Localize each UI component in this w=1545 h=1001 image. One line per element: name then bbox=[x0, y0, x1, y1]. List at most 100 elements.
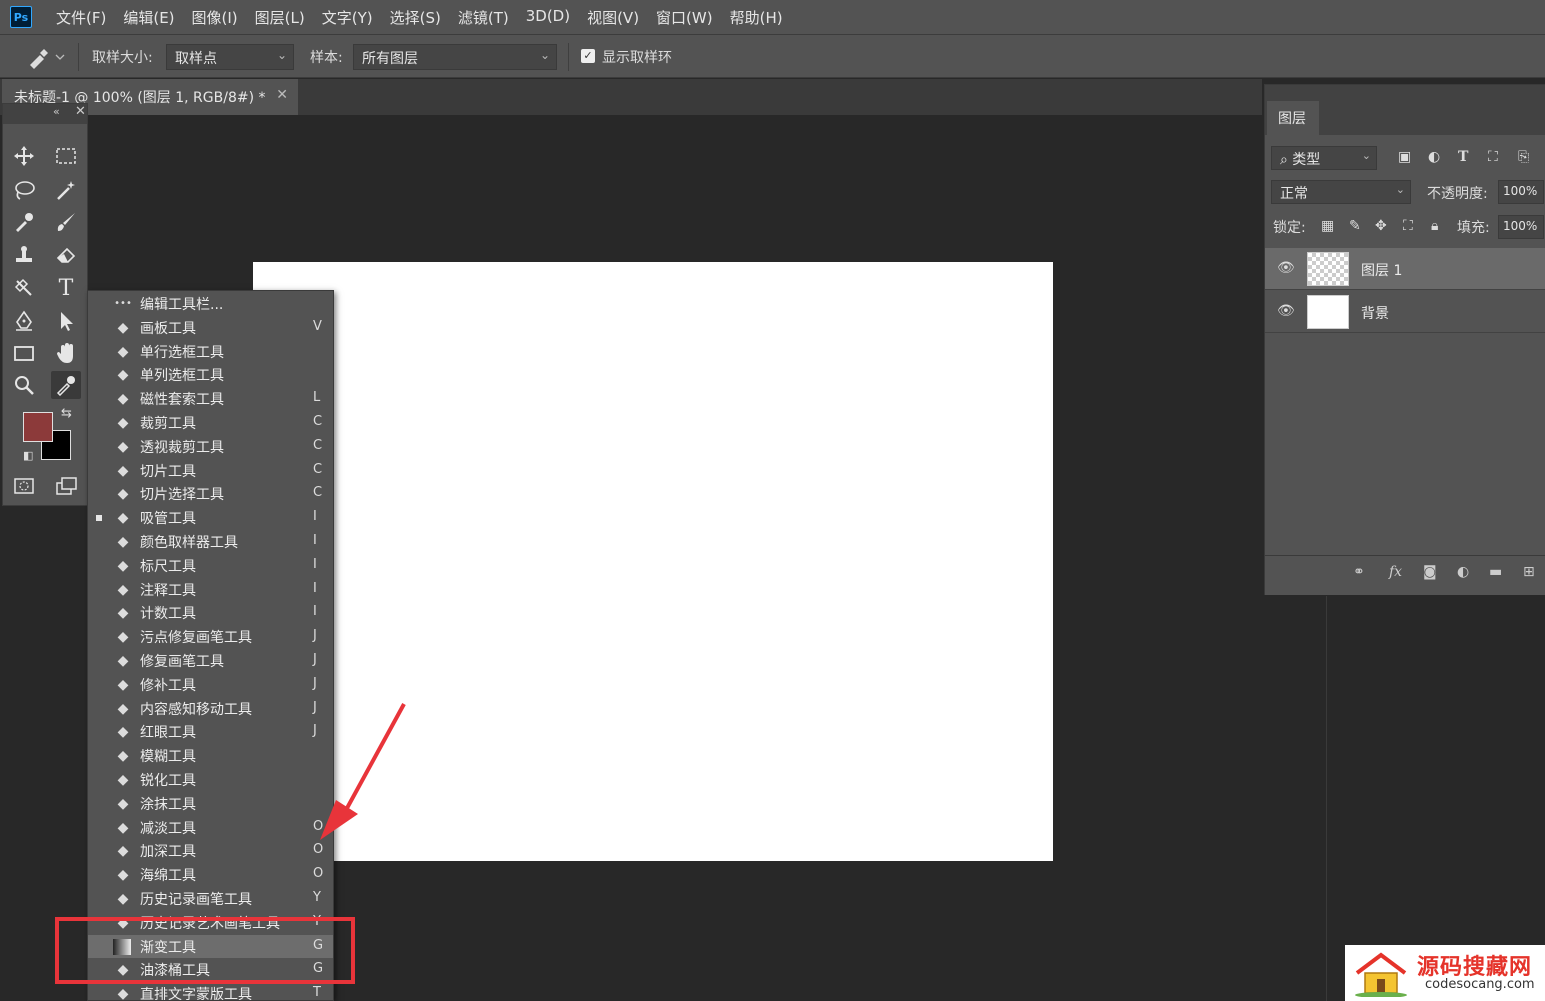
layer-row-layer1[interactable]: 👁︎ 图层 1 bbox=[1265, 248, 1545, 290]
flyout-item[interactable]: ◆ 切片选择工具 C bbox=[88, 482, 333, 506]
menu-type[interactable]: 文字(Y) bbox=[322, 7, 373, 28]
lock-transparent-icon[interactable]: ▦ bbox=[1321, 218, 1334, 234]
lasso-icon[interactable] bbox=[9, 176, 39, 204]
layer-filter-select[interactable]: ⌕ 类型 ⌄ bbox=[1271, 146, 1377, 170]
flyout-item[interactable]: ◆ 锐化工具 bbox=[88, 768, 333, 792]
adjustment-filter-icon[interactable]: ◐ bbox=[1428, 149, 1440, 165]
lock-pixels-brush-icon[interactable]: ✎ bbox=[1349, 218, 1361, 234]
flyout-item[interactable]: ◆ 历史记录画笔工具 Y bbox=[88, 887, 333, 911]
lock-position-icon[interactable]: ✥ bbox=[1375, 218, 1387, 234]
flyout-item[interactable]: ◆ 涂抹工具 bbox=[88, 792, 333, 816]
flyout-item[interactable]: ◆ 标尺工具 I bbox=[88, 554, 333, 578]
menu-3d[interactable]: 3D(D) bbox=[526, 7, 570, 28]
flyout-item-label: 污点修复画笔工具 bbox=[140, 630, 252, 647]
flyout-item[interactable]: ◆ 单行选框工具 bbox=[88, 340, 333, 364]
flyout-item[interactable]: ◆ 模糊工具 bbox=[88, 744, 333, 768]
quick-mask-icon[interactable] bbox=[9, 472, 39, 500]
menu-layer[interactable]: 图层(L) bbox=[255, 7, 305, 28]
menu-filter[interactable]: 滤镜(T) bbox=[458, 7, 509, 28]
lock-all-icon[interactable]: 🔒︎ bbox=[1431, 218, 1438, 234]
move-icon[interactable] bbox=[9, 142, 39, 170]
opacity-input[interactable]: 100% bbox=[1498, 180, 1544, 204]
layers-tab[interactable]: 图层 bbox=[1267, 101, 1319, 135]
brush-icon[interactable] bbox=[51, 208, 81, 236]
swap-colors-icon[interactable]: ⇆ bbox=[61, 406, 72, 421]
flyout-item[interactable]: ◆ 裁剪工具 C bbox=[88, 411, 333, 435]
toolbox-grip[interactable]: « ✕ bbox=[3, 104, 87, 124]
show-ring-checkbox[interactable]: ✓ bbox=[581, 49, 595, 63]
layer-row-background[interactable]: 👁︎ 背景 bbox=[1265, 291, 1545, 333]
flyout-item[interactable]: ◆ 注释工具 I bbox=[88, 578, 333, 602]
menu-window[interactable]: 窗口(W) bbox=[656, 7, 713, 28]
collapse-icon[interactable]: « bbox=[53, 105, 60, 118]
flyout-item[interactable]: ◆ 修补工具 J bbox=[88, 673, 333, 697]
blend-mode-select[interactable]: 正常 ⌄ bbox=[1271, 180, 1411, 204]
close-icon[interactable]: ✕ bbox=[75, 104, 86, 119]
eyedropper-active-icon[interactable] bbox=[51, 371, 81, 399]
marquee-icon[interactable] bbox=[51, 142, 81, 170]
flyout-item[interactable]: ◆ 加深工具 O bbox=[88, 839, 333, 863]
default-colors-icon[interactable]: ◧ bbox=[23, 449, 33, 462]
eyedropper-icon[interactable] bbox=[9, 208, 39, 236]
add-mask-icon[interactable]: ◙ bbox=[1423, 564, 1437, 580]
flyout-item[interactable]: ◆ 污点修复画笔工具 J bbox=[88, 625, 333, 649]
link-layers-icon[interactable]: ⚭ bbox=[1353, 564, 1365, 580]
screen-mode-icon[interactable] bbox=[51, 472, 81, 500]
flyout-item-shortcut: J bbox=[313, 675, 317, 691]
photoshop-logo-icon[interactable]: Ps bbox=[10, 6, 32, 28]
flyout-item[interactable]: ◆ 单列选框工具 bbox=[88, 363, 333, 387]
visibility-eye-icon[interactable]: 👁︎ bbox=[1277, 260, 1295, 276]
menu-view[interactable]: 视图(V) bbox=[587, 7, 639, 28]
sample-select[interactable]: 所有图层 ⌄ bbox=[353, 44, 557, 70]
new-group-icon[interactable]: ▬ bbox=[1489, 564, 1502, 580]
hand-icon[interactable] bbox=[51, 339, 81, 367]
menu-file[interactable]: 文件(F) bbox=[56, 7, 106, 28]
magic-wand-icon[interactable] bbox=[51, 176, 81, 204]
fill-input[interactable]: 100% bbox=[1498, 215, 1544, 239]
flyout-item[interactable]: ◆ 颜色取样器工具 I bbox=[88, 530, 333, 554]
adjustment-layer-icon[interactable]: ◐ bbox=[1457, 564, 1469, 580]
type-icon[interactable]: T bbox=[51, 274, 81, 302]
tool-preset-picker[interactable] bbox=[24, 45, 68, 69]
house-logo-icon bbox=[1355, 952, 1407, 997]
flyout-item-shortcut: V bbox=[313, 318, 322, 334]
menu-image[interactable]: 图像(I) bbox=[192, 7, 238, 28]
flyout-item[interactable]: ◆ 磁性套索工具 L bbox=[88, 387, 333, 411]
flyout-item[interactable]: ◆ 透视裁剪工具 C bbox=[88, 435, 333, 459]
eraser-icon[interactable] bbox=[51, 241, 81, 269]
select-arrow-icon[interactable] bbox=[51, 307, 81, 335]
flyout-item[interactable]: ◆ 画板工具 V bbox=[88, 316, 333, 340]
flyout-item[interactable]: ◆ 减淡工具 O bbox=[88, 816, 333, 840]
flyout-item[interactable]: ◆ 直排文字蒙版工具 T bbox=[88, 982, 333, 1000]
rectangle-icon[interactable] bbox=[9, 339, 39, 367]
menu-select[interactable]: 选择(S) bbox=[390, 7, 441, 28]
new-layer-icon[interactable]: ⊞ bbox=[1523, 564, 1535, 580]
zoom-icon[interactable] bbox=[9, 371, 39, 399]
flyout-item[interactable]: ••• 编辑工具栏... bbox=[88, 292, 333, 316]
smudge-icon[interactable] bbox=[9, 274, 39, 302]
layer-filter-value: 类型 bbox=[1292, 152, 1321, 168]
flyout-item-label: 裁剪工具 bbox=[140, 416, 196, 432]
flyout-item[interactable]: ◆ 计数工具 I bbox=[88, 601, 333, 625]
type-filter-icon[interactable]: T bbox=[1458, 149, 1468, 165]
menu-help[interactable]: 帮助(H) bbox=[730, 7, 783, 28]
flyout-item[interactable]: ◆ 红眼工具 J bbox=[88, 720, 333, 744]
smart-object-filter-icon[interactable]: ⎘ bbox=[1518, 149, 1529, 165]
lock-artboard-icon[interactable]: ⛶ bbox=[1403, 218, 1413, 234]
pen-icon[interactable] bbox=[9, 307, 39, 335]
menu-edit[interactable]: 编辑(E) bbox=[123, 7, 174, 28]
visibility-eye-icon[interactable]: 👁︎ bbox=[1277, 303, 1295, 319]
foreground-color-swatch[interactable] bbox=[23, 412, 53, 442]
flyout-item[interactable]: ◆ 内容感知移动工具 J bbox=[88, 697, 333, 721]
fx-icon[interactable]: fx bbox=[1389, 564, 1402, 580]
sample-size-select[interactable]: 取样点 ⌄ bbox=[166, 44, 294, 70]
shape-filter-icon[interactable]: ⛶ bbox=[1488, 149, 1498, 165]
pixel-filter-icon[interactable]: ▣ bbox=[1398, 149, 1411, 165]
document-tab-bar: 未标题-1 @ 100% (图层 1, RGB/8#) * ✕ bbox=[0, 79, 1262, 115]
flyout-item[interactable]: ◆ 切片工具 C bbox=[88, 459, 333, 483]
stamp-icon[interactable] bbox=[9, 241, 39, 269]
flyout-item[interactable]: ◆ 吸管工具 I bbox=[88, 506, 333, 530]
flyout-item[interactable]: ◆ 修复画笔工具 J bbox=[88, 649, 333, 673]
flyout-item[interactable]: ◆ 海绵工具 O bbox=[88, 863, 333, 887]
close-icon[interactable]: ✕ bbox=[276, 87, 288, 103]
